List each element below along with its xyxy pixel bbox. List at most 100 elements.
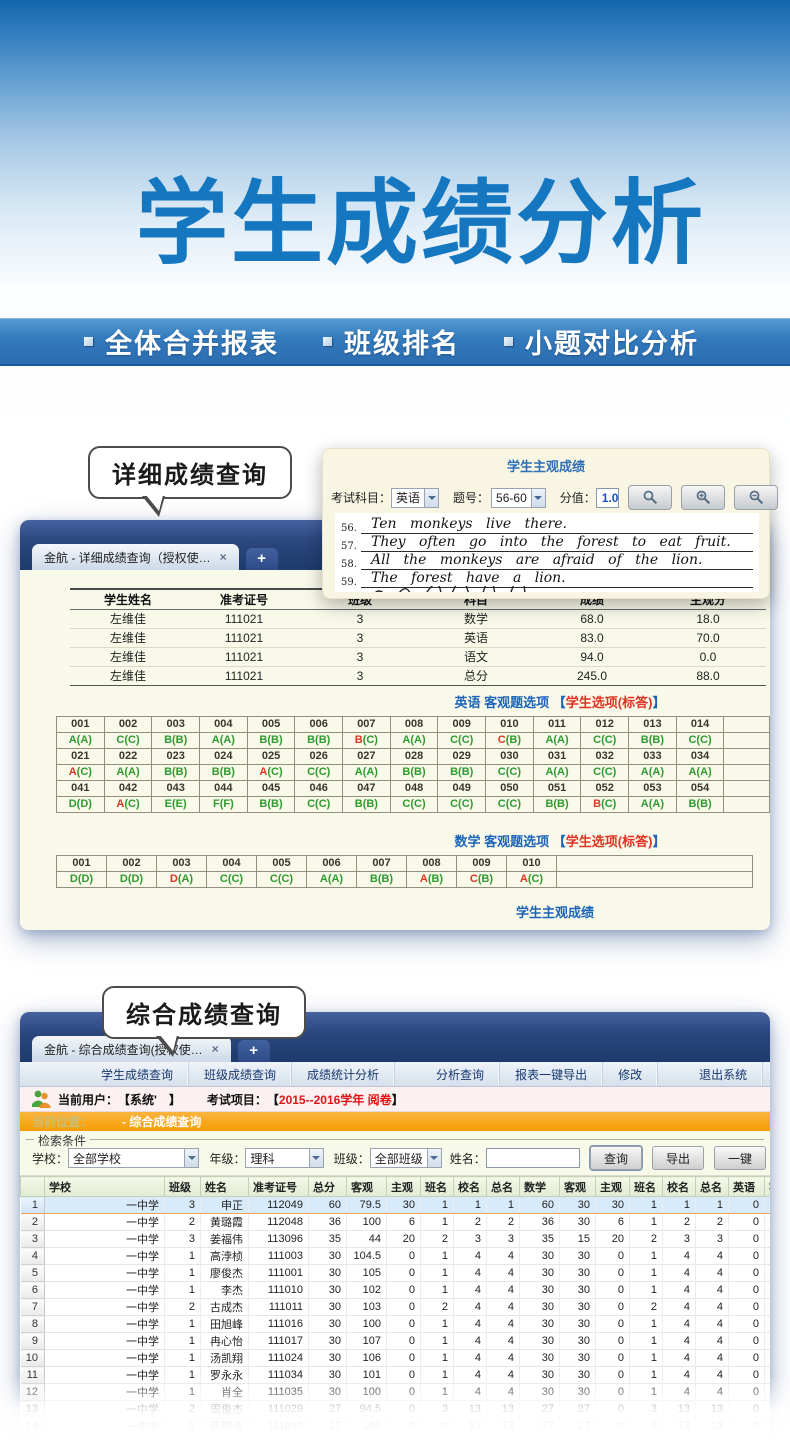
standard-answer: (B) — [363, 798, 378, 810]
grid-column-header: 客观 — [347, 1177, 387, 1197]
grid-cell: 肖全 — [201, 1384, 249, 1401]
grade-label: 年级： — [209, 1150, 245, 1167]
grid-cell: 101 — [347, 1367, 387, 1384]
grid-cell: 2 — [421, 1299, 454, 1316]
answer-cell: E(E) — [152, 796, 200, 812]
answer-cell: C(C) — [207, 871, 257, 887]
class-select[interactable]: 全部班级 — [370, 1148, 442, 1168]
answer-cell: F(F) — [200, 796, 248, 812]
query-button[interactable]: 查询 — [590, 1146, 642, 1170]
zoom-out-button[interactable] — [734, 485, 778, 510]
grid-cell: 1 — [165, 1265, 201, 1282]
comprehensive-score-table: 学校班级姓名准考证号总分客观主观班名校名总名数学客观主观班名校名总名英语客 1一… — [20, 1176, 770, 1435]
grid-cell: 30 — [560, 1350, 596, 1367]
grid-data-row[interactable]: 2一中学2黄璐霞112048361006122363061220 — [21, 1214, 771, 1231]
menu-item-7[interactable]: 退出系统 — [684, 1062, 763, 1086]
chevron-down-icon[interactable] — [309, 1149, 323, 1167]
standard-answer: (E) — [172, 798, 187, 810]
menu-item-2[interactable]: 班级成绩查询 — [189, 1062, 292, 1086]
grid-cell: 30 — [309, 1282, 347, 1299]
grid-cell: 13 — [696, 1418, 729, 1435]
question-select[interactable]: 56-60 — [491, 488, 546, 508]
grid-data-row[interactable]: 3一中学3姜福伟1130963544202333515202330 — [21, 1231, 771, 1248]
chevron-down-icon[interactable] — [184, 1149, 198, 1167]
grid-data-row[interactable]: 4一中学1高浡桢11100330104.50144303001440 — [21, 1248, 771, 1265]
grid-data-row[interactable]: 7一中学2古成杰111011301030244303002440 — [21, 1299, 771, 1316]
grid-cell: 1 — [630, 1197, 663, 1214]
close-icon[interactable]: × — [220, 550, 227, 564]
answer-cell: A(A) — [307, 871, 357, 887]
close-icon[interactable]: × — [212, 1042, 219, 1056]
one-key-button[interactable]: 一键 — [714, 1146, 766, 1170]
window1-active-tab[interactable]: 金航 - 详细成绩查询（授权使… × — [32, 544, 239, 570]
answer-cell: A(A) — [343, 764, 391, 780]
menu-item-5[interactable]: 报表一键导出 — [500, 1062, 603, 1086]
grid-cell: 113096 — [249, 1231, 309, 1248]
question-number-cell: 046 — [295, 780, 343, 796]
grid-column-header: 英语 — [729, 1177, 765, 1197]
menu-item-4[interactable]: 分析查询 — [421, 1062, 500, 1086]
question-number-cell: 009 — [438, 716, 486, 732]
grid-data-row[interactable]: 11一中学1罗永永111034301010144303001440 — [21, 1367, 771, 1384]
grid-data-row[interactable]: 10一中学1汤凯翔111024301060144303001440 — [21, 1350, 771, 1367]
zoom-in-button[interactable] — [681, 485, 725, 510]
search-button[interactable] — [628, 485, 672, 510]
grid-cell: 4 — [696, 1333, 729, 1350]
menu-item-1[interactable]: 学生成绩查询 — [86, 1062, 189, 1086]
score-table-row[interactable]: 左维佳1110213数学68.018.0 — [70, 609, 766, 628]
chevron-down-icon[interactable] — [424, 489, 438, 507]
zoom-in-icon — [696, 490, 711, 505]
window2-active-tab[interactable]: 金航 - 综合成绩查询(授权使… × — [32, 1036, 231, 1062]
grid-cell: 4 — [454, 1333, 487, 1350]
grid-cell: 112048 — [249, 1214, 309, 1231]
school-select[interactable]: 全部学校 — [68, 1148, 199, 1168]
subjective-score-footer-link[interactable]: 学生主观成绩 — [516, 902, 594, 921]
grid-data-row[interactable]: 8一中学1田旭峰111016301000144303001440 — [21, 1316, 771, 1333]
student-options-label: 学生选项(标答) — [566, 834, 653, 849]
answer-cell: C(C) — [581, 732, 629, 748]
grid-data-row[interactable]: 5一中学1廖俊杰111001301050144303001440 — [21, 1265, 771, 1282]
name-input[interactable] — [486, 1148, 580, 1168]
grid-cell: 一中学 — [45, 1231, 165, 1248]
new-tab-button[interactable]: + — [246, 548, 278, 570]
grid-cell: 1 — [165, 1316, 201, 1333]
student-answer: C — [470, 873, 478, 885]
new-tab-button[interactable]: + — [238, 1040, 270, 1062]
chevron-down-icon[interactable] — [531, 489, 545, 507]
score-table-row[interactable]: 左维佳1110213总分245.088.0 — [70, 666, 766, 685]
grid-cell: 111001 — [249, 1265, 309, 1282]
grid-cell — [765, 1367, 771, 1384]
subject-select[interactable]: 英语 — [391, 488, 439, 508]
question-number-cell: 047 — [343, 780, 391, 796]
grid-data-row[interactable]: 1一中学3申正1120496079.5301116030301110 — [21, 1197, 771, 1214]
menu-item-3[interactable]: 成绩统计分析 — [292, 1062, 395, 1086]
grid-data-row[interactable]: 6一中学1李杰111010301020144303001440 — [21, 1282, 771, 1299]
score-table-row[interactable]: 左维佳1110213英语83.070.0 — [70, 628, 766, 647]
grid-cell: 0 — [729, 1282, 765, 1299]
student-answer: C — [450, 798, 458, 810]
chevron-down-icon[interactable] — [427, 1149, 441, 1167]
standard-answer: (C) — [77, 766, 92, 778]
export-button[interactable]: 导出 — [652, 1146, 704, 1170]
handwriting-text: They often go into the forest to eat fru… — [361, 534, 753, 552]
score-table-row[interactable]: 左维佳1110213语文94.00.0 — [70, 647, 766, 666]
grid-data-row[interactable]: 13一中学2周俊杰1110292794.503131327270313130 — [21, 1401, 771, 1418]
grid-cell: 一中学 — [45, 1299, 165, 1316]
banner-feature-item: 全体合并报表 — [84, 322, 279, 361]
menu-item-6[interactable]: 修改 — [603, 1062, 658, 1086]
grid-column-header: 姓名 — [201, 1177, 249, 1197]
grid-data-row[interactable]: 9一中学1冉心怡111017301070144303001440 — [21, 1333, 771, 1350]
score-value-input[interactable]: 1.0 — [596, 488, 620, 508]
users-icon — [30, 1089, 52, 1109]
grid-data-row[interactable]: 14一中学1陈鹏连1110302710000131327270013130 — [21, 1418, 771, 1435]
math-section-label: 数学 客观题选项 — [455, 834, 550, 849]
grid-cell: 60 — [309, 1197, 347, 1214]
standard-answer: (C) — [363, 734, 378, 746]
grade-select[interactable]: 理科 — [245, 1148, 323, 1168]
callout-detail-query: 详细成绩查询 — [88, 446, 292, 499]
answer-cell: B(B) — [533, 796, 581, 812]
grid-cell: 20 — [387, 1231, 421, 1248]
grid-cell: 3 — [487, 1231, 520, 1248]
answer-cell: A(A) — [533, 764, 581, 780]
grid-data-row[interactable]: 12一中学1肖全111035301000144303001440 — [21, 1384, 771, 1401]
